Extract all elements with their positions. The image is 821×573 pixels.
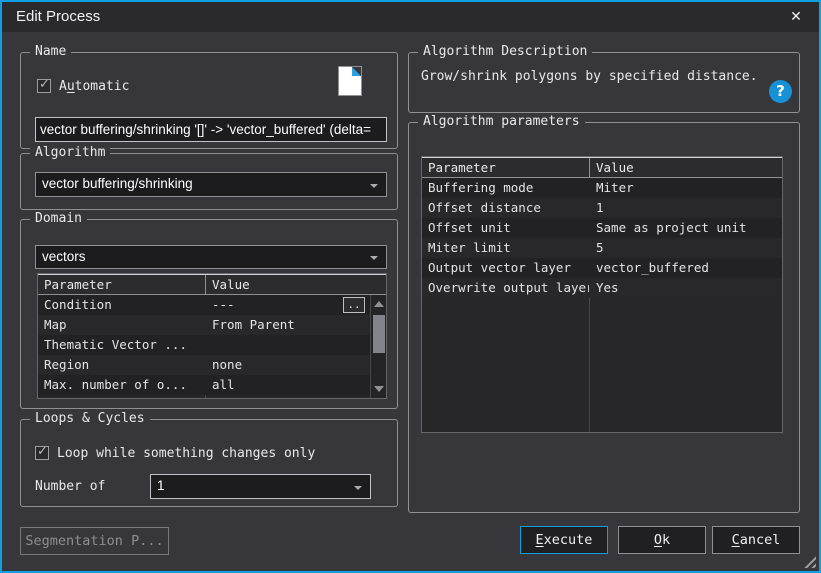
- param-cell: Output vector layer: [422, 258, 589, 278]
- value-cell[interactable]: [206, 335, 369, 355]
- scroll-up-icon[interactable]: [371, 296, 387, 312]
- new-document-icon[interactable]: [338, 66, 362, 96]
- condition-ellipsis-button[interactable]: ..: [343, 297, 365, 313]
- loop-while-label: Loop while something changes only: [57, 446, 315, 461]
- close-icon[interactable]: ✕: [785, 7, 807, 27]
- param-cell: Thematic Vector ...: [38, 335, 205, 355]
- automatic-checkbox[interactable]: ✓: [37, 79, 51, 93]
- checkmark-icon: ✓: [37, 444, 48, 459]
- checkmark-icon: ✓: [39, 77, 50, 92]
- algorithm-description-text: Grow/shrink polygons by specified distan…: [421, 69, 758, 84]
- algorithm-parameters-group: Algorithm parameters Parameter Value Buf…: [408, 122, 800, 513]
- value-cell[interactable]: From Parent: [206, 315, 369, 335]
- value-cell[interactable]: vector_buffered: [590, 258, 782, 278]
- param-cell: Buffering mode: [422, 178, 589, 198]
- table-row[interactable]: Thematic Vector ...: [38, 335, 386, 355]
- number-of-label: Number of: [35, 479, 105, 494]
- execute-button[interactable]: Execute: [520, 526, 608, 554]
- table-row[interactable]: Condition --- ..: [38, 295, 386, 315]
- param-cell: Max. number of o...: [38, 375, 205, 395]
- domain-parameter-table: Parameter Value Condition --- .. Map Fro…: [37, 273, 387, 399]
- table-row[interactable]: Offset distance 1: [422, 198, 782, 218]
- chevron-down-icon: [354, 486, 362, 490]
- table-row[interactable]: Overwrite output layer Yes: [422, 278, 782, 298]
- resize-grip[interactable]: [801, 553, 816, 568]
- param-header: Parameter: [422, 158, 589, 177]
- loops-cycles-group: Loops & Cycles ✓ Loop while something ch…: [20, 419, 398, 507]
- value-header: Value: [589, 158, 782, 177]
- chevron-down-icon: [370, 184, 378, 188]
- value-cell[interactable]: Miter: [590, 178, 782, 198]
- table-row[interactable]: Map From Parent: [38, 315, 386, 335]
- value-cell[interactable]: none: [206, 355, 369, 375]
- value-cell[interactable]: ---: [206, 295, 344, 315]
- param-cell: Miter limit: [422, 238, 589, 258]
- value-cell[interactable]: all: [206, 375, 369, 395]
- table-row[interactable]: Miter limit 5: [422, 238, 782, 258]
- scrollbar-thumb[interactable]: [373, 315, 385, 353]
- name-group: Name ✓ Automatic vector buffering/shrink…: [20, 52, 398, 149]
- table-header: Parameter Value: [38, 274, 386, 295]
- edit-process-dialog: Edit Process ✕ Name ✓ Automatic vector b…: [0, 0, 821, 573]
- loops-group-caption: Loops & Cycles: [30, 411, 150, 426]
- number-of-select[interactable]: 1: [150, 474, 371, 499]
- table-header: Parameter Value: [422, 157, 782, 178]
- chevron-down-icon: [370, 256, 378, 260]
- algorithm-description-group: Algorithm Description Grow/shrink polygo…: [408, 52, 800, 113]
- value-cell[interactable]: Same as project unit: [590, 218, 782, 238]
- table-row[interactable]: Region none: [38, 355, 386, 375]
- scroll-down-icon[interactable]: [371, 381, 387, 397]
- help-icon[interactable]: ?: [769, 80, 792, 103]
- param-cell: Offset unit: [422, 218, 589, 238]
- param-cell: Offset distance: [422, 198, 589, 218]
- param-cell: Region: [38, 355, 205, 375]
- value-cell[interactable]: 5: [590, 238, 782, 258]
- algorithm-parameters-table: Parameter Value Buffering mode Miter Off…: [421, 156, 783, 433]
- dialog-title: Edit Process: [16, 8, 100, 25]
- algorithm-group: Algorithm vector buffering/shrinking: [20, 153, 398, 210]
- value-cell[interactable]: 1: [590, 198, 782, 218]
- table-row[interactable]: Output vector layer vector_buffered: [422, 258, 782, 278]
- algorithm-select[interactable]: vector buffering/shrinking: [35, 172, 387, 197]
- loop-while-checkbox[interactable]: ✓: [35, 446, 49, 460]
- description-group-caption: Algorithm Description: [418, 44, 592, 59]
- domain-group: Domain vectors Parameter Value Condition…: [20, 219, 398, 409]
- param-cell: Condition: [38, 295, 205, 315]
- table-row[interactable]: Buffering mode Miter: [422, 178, 782, 198]
- cancel-button[interactable]: Cancel: [712, 526, 800, 554]
- ok-button[interactable]: Ok: [618, 526, 706, 554]
- name-group-caption: Name: [30, 44, 71, 59]
- value-header: Value: [205, 275, 386, 294]
- domain-group-caption: Domain: [30, 211, 87, 226]
- segmentation-button[interactable]: Segmentation P...: [20, 527, 169, 555]
- algorithm-group-caption: Algorithm: [30, 145, 110, 160]
- titlebar[interactable]: Edit Process ✕: [2, 2, 819, 32]
- value-cell[interactable]: Yes: [590, 278, 782, 298]
- parameters-group-caption: Algorithm parameters: [418, 114, 585, 129]
- param-cell: Map: [38, 315, 205, 335]
- process-name-input[interactable]: vector buffering/shrinking '[]' -> 'vect…: [35, 117, 387, 142]
- param-cell: Overwrite output layer: [422, 278, 589, 298]
- automatic-checkbox-label: Automatic: [59, 79, 129, 94]
- table-row[interactable]: Offset unit Same as project unit: [422, 218, 782, 238]
- param-header: Parameter: [38, 275, 205, 294]
- table-row[interactable]: Max. number of o... all: [38, 375, 386, 395]
- vertical-scrollbar[interactable]: [370, 295, 386, 398]
- domain-select[interactable]: vectors: [35, 245, 387, 269]
